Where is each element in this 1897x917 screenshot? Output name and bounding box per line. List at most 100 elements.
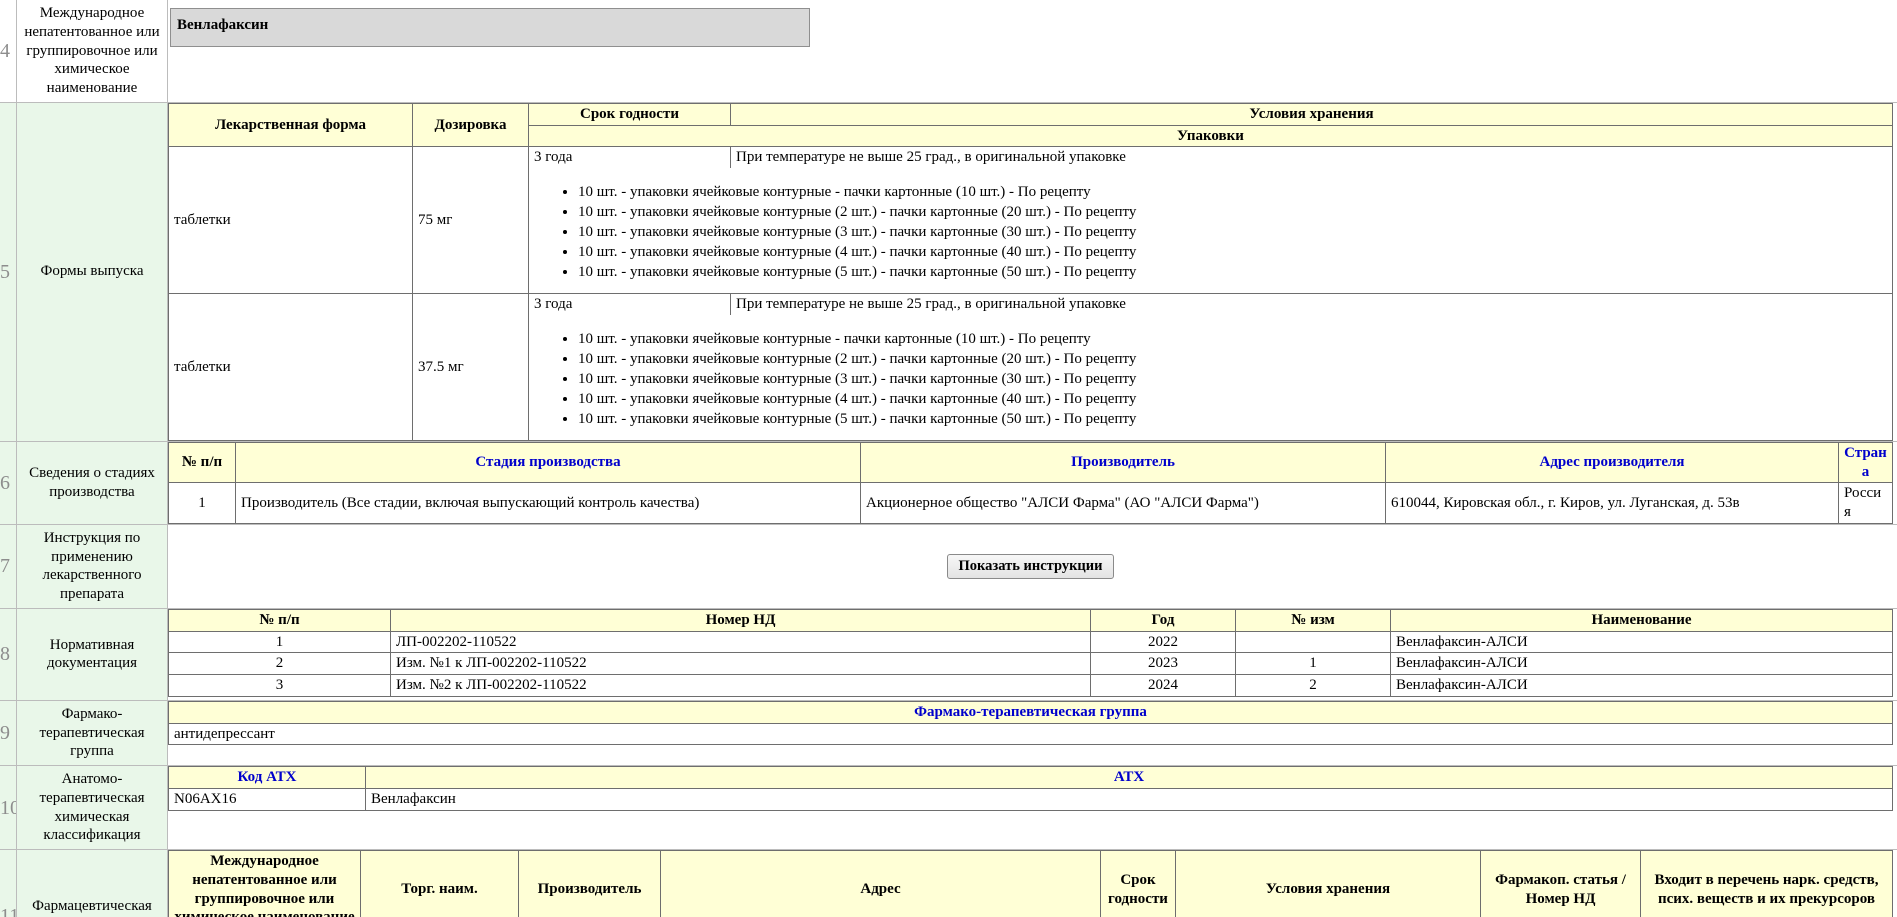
doc-num-header: № п/п bbox=[168, 608, 391, 632]
row-substance: 11 Фармацевтическая субстанция Междунаро… bbox=[0, 849, 1897, 917]
show-instructions-button[interactable]: Показать инструкции bbox=[947, 553, 1114, 579]
production-stages-content: № п/п Стадия производства Производитель … bbox=[168, 441, 1897, 524]
package-item: 10 шт. - упаковки ячейковые контурные - … bbox=[578, 329, 1887, 349]
row-number-7: 7 bbox=[0, 524, 16, 608]
pharm-group-content: Фармако-терапевтическая группа антидепре… bbox=[168, 700, 1897, 765]
release-forms-label: Формы выпуска bbox=[16, 102, 168, 441]
production-stages-table: № п/п Стадия производства Производитель … bbox=[168, 441, 1893, 524]
substance-narcotics-header: Входит в перечень нарк. средств, псих. в… bbox=[1640, 850, 1893, 917]
production-stage-row: 1 Производитель (Все стадии, включая вып… bbox=[168, 482, 1893, 524]
packages-list: 10 шт. - упаковки ячейковые контурные - … bbox=[578, 182, 1887, 282]
atc-code-header: Код АТХ bbox=[168, 766, 366, 789]
atc-label: Анатомо-терапевтическая химическая класс… bbox=[16, 766, 168, 849]
prod-manufacturer-cell: Акционерное общество "АЛСИ Фарма" (АО "А… bbox=[860, 482, 1386, 524]
row-number-5: 5 bbox=[0, 102, 16, 441]
row-inn: 4 Международное непатентованное или груп… bbox=[0, 0, 1897, 102]
package-item: 10 шт. - упаковки ячейковые контурные (4… bbox=[578, 242, 1887, 262]
packages-cell: 10 шт. - упаковки ячейковые контурные - … bbox=[528, 168, 1893, 294]
doc-row: 2 Изм. №1 к ЛП-002202-110522 2023 1 Венл… bbox=[168, 652, 1893, 675]
package-item: 10 шт. - упаковки ячейковые контурные (5… bbox=[578, 262, 1887, 282]
package-item: 10 шт. - упаковки ячейковые контурные (4… bbox=[578, 389, 1887, 409]
substance-content: Международное непатентованное или группи… bbox=[168, 850, 1897, 917]
substance-storage-header: Условия хранения bbox=[1175, 850, 1481, 917]
package-item: 10 шт. - упаковки ячейковые контурные (2… bbox=[578, 349, 1887, 369]
package-item: 10 шт. - упаковки ячейковые контурные (5… bbox=[578, 409, 1887, 429]
release-forms-content: Лекарственная форма Дозировка Срок годно… bbox=[168, 102, 1897, 441]
instructions-label: Инструкция по применению лекарственного … bbox=[16, 524, 168, 608]
doc-rev-cell: 2 bbox=[1235, 674, 1391, 697]
storage-cell: При температуре не выше 25 град., в ориг… bbox=[730, 292, 1893, 315]
row-pharm-group: 9 Фармако-терапевтическая группа Фармако… bbox=[0, 699, 1897, 765]
atc-name-value: Венлафаксин bbox=[365, 787, 1893, 811]
substance-pharmacopeia-header: Фармакоп. статья / Номер НД bbox=[1480, 850, 1641, 917]
doc-rev-cell bbox=[1235, 630, 1391, 654]
doc-num-cell: 2 bbox=[168, 652, 391, 675]
pharm-group-label: Фармако-терапевтическая группа bbox=[16, 700, 168, 765]
row-production-stages: 6 Сведения о стадиях производства № п/п … bbox=[0, 440, 1897, 524]
doc-number-cell: Изм. №2 к ЛП-002202-110522 bbox=[390, 674, 1091, 697]
doc-year-cell: 2023 bbox=[1090, 652, 1236, 675]
atc-content: Код АТХ АТХ N06AX16 Венлафаксин bbox=[168, 766, 1897, 849]
substance-trade-header: Торг. наим. bbox=[360, 850, 519, 917]
atc-code-value: N06AX16 bbox=[168, 787, 366, 811]
doc-number-header: Номер НД bbox=[390, 608, 1091, 632]
doc-row: 3 Изм. №2 к ЛП-002202-110522 2024 2 Венл… bbox=[168, 674, 1893, 697]
substance-label: Фармацевтическая субстанция bbox=[16, 850, 168, 917]
doc-num-cell: 3 bbox=[168, 674, 391, 697]
prod-manufacturer-header: Производитель bbox=[860, 441, 1386, 484]
package-item: 10 шт. - упаковки ячейковые контурные - … bbox=[578, 182, 1887, 202]
instructions-content: Показать инструкции bbox=[168, 524, 1897, 608]
drug-registry-card: 4 Международное непатентованное или груп… bbox=[0, 0, 1897, 917]
normative-docs-table: № п/п Номер НД Год № изм Наименование 1 … bbox=[168, 608, 1893, 697]
dose-cell: 37.5 мг bbox=[412, 293, 529, 441]
doc-number-cell: ЛП-002202-110522 bbox=[390, 630, 1091, 654]
shelf-col-header: Срок годности bbox=[528, 102, 731, 126]
substance-address-header: Адрес bbox=[660, 850, 1101, 917]
pharm-group-header: Фармако-терапевтическая группа bbox=[168, 700, 1893, 724]
packages-list: 10 шт. - упаковки ячейковые контурные - … bbox=[578, 329, 1887, 429]
release-forms-table: Лекарственная форма Дозировка Срок годно… bbox=[168, 102, 1893, 441]
doc-name-cell: Венлафаксин-АЛСИ bbox=[1390, 652, 1893, 675]
pharm-group-value: антидепрессант bbox=[168, 722, 1893, 746]
doc-name-cell: Венлафаксин-АЛСИ bbox=[1390, 630, 1893, 654]
doc-name-cell: Венлафаксин-АЛСИ bbox=[1390, 674, 1893, 697]
storage-col-header: Условия хранения bbox=[730, 102, 1893, 126]
doc-year-cell: 2024 bbox=[1090, 674, 1236, 697]
row-number-4: 4 bbox=[0, 39, 10, 62]
package-item: 10 шт. - упаковки ячейковые контурные (3… bbox=[578, 369, 1887, 389]
doc-year-header: Год bbox=[1090, 608, 1236, 632]
packages-cell: 10 шт. - упаковки ячейковые контурные - … bbox=[528, 314, 1893, 441]
prod-country-header: Страна bbox=[1838, 441, 1893, 484]
prod-stage-cell: Производитель (Все стадии, включая выпус… bbox=[235, 482, 861, 524]
dose-cell: 75 мг bbox=[412, 146, 529, 294]
doc-num-cell: 1 bbox=[168, 630, 391, 654]
row-number-6: 6 bbox=[0, 441, 16, 524]
atc-name-header: АТХ bbox=[365, 766, 1893, 789]
package-item: 10 шт. - упаковки ячейковые контурные (2… bbox=[578, 202, 1887, 222]
doc-name-header: Наименование bbox=[1390, 608, 1893, 632]
row-number-11: 11 bbox=[0, 850, 16, 917]
form-cell: таблетки bbox=[168, 293, 413, 441]
prod-address-cell: 610044, Кировская обл., г. Киров, ул. Лу… bbox=[1385, 482, 1839, 524]
package-item: 10 шт. - упаковки ячейковые контурные (3… bbox=[578, 222, 1887, 242]
row-number-9: 9 bbox=[0, 700, 16, 765]
form-col-header: Лекарственная форма bbox=[168, 102, 413, 148]
doc-rev-cell: 1 bbox=[1235, 652, 1391, 675]
row-instructions: 7 Инструкция по применению лекарственног… bbox=[0, 523, 1897, 608]
doc-year-cell: 2022 bbox=[1090, 630, 1236, 654]
pharm-group-table: Фармако-терапевтическая группа антидепре… bbox=[168, 700, 1893, 746]
row-atc: 10 Анатомо-терапевтическая химическая кл… bbox=[0, 765, 1897, 849]
prod-num-header: № п/п bbox=[168, 441, 236, 484]
substance-manufacturer-header: Производитель bbox=[518, 850, 661, 917]
prod-country-cell: Россия bbox=[1838, 482, 1893, 524]
packages-subheader: Упаковки bbox=[528, 124, 1893, 148]
row-normative-docs: 8 Нормативная документация № п/п Номер Н… bbox=[0, 607, 1897, 700]
inn-value-box: Венлафаксин bbox=[170, 8, 810, 47]
row-number-8: 8 bbox=[0, 608, 16, 700]
doc-rev-header: № изм bbox=[1235, 608, 1391, 632]
prod-stage-header: Стадия производства bbox=[235, 441, 861, 484]
dose-col-header: Дозировка bbox=[412, 102, 529, 148]
normative-docs-label: Нормативная документация bbox=[16, 608, 168, 700]
doc-row: 1 ЛП-002202-110522 2022 Венлафаксин-АЛСИ bbox=[168, 630, 1893, 654]
prod-address-header: Адрес производителя bbox=[1385, 441, 1839, 484]
